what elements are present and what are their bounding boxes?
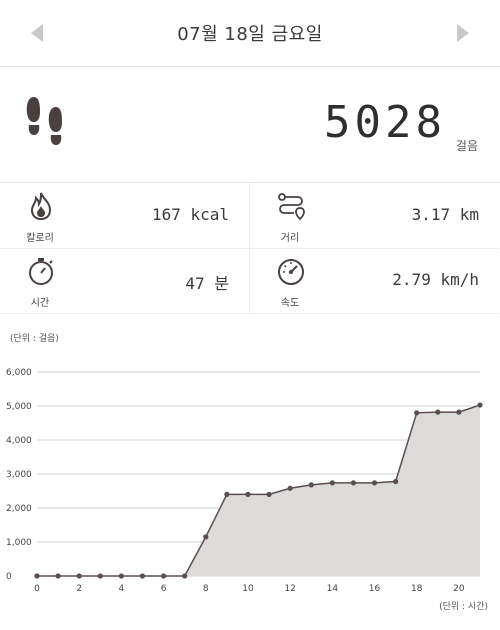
y-tick-label: 2,000: [6, 504, 32, 514]
stat-value: 47 분: [185, 274, 229, 293]
data-point: [329, 480, 335, 486]
y-tick-label: 3,000: [6, 470, 32, 480]
x-tick-label: 10: [242, 584, 254, 594]
x-tick-label: 4: [119, 584, 125, 594]
y-tick-label: 4,000: [6, 436, 32, 446]
stat-calories: 칼로리 167 kcal: [0, 183, 249, 249]
x-tick-label: 12: [284, 584, 295, 594]
stat-label: 시간: [30, 298, 50, 309]
data-point: [287, 485, 293, 491]
stat-label: 속도: [280, 298, 300, 309]
data-point: [97, 573, 103, 579]
x-tick-label: 18: [411, 584, 423, 594]
route-icon: [278, 193, 305, 221]
steps-chart: (단위 : 걸음) 0 1,000 2,000 3,000 4,000 5,000 6,00…: [0, 315, 500, 630]
x-tick-label: 20: [453, 584, 465, 594]
x-tick-label: 6: [161, 584, 167, 594]
y-tick-label: 5,000: [6, 402, 32, 412]
data-point: [245, 491, 251, 497]
x-tick-label: 16: [369, 584, 381, 594]
data-point: [182, 573, 188, 579]
data-point: [160, 573, 167, 579]
y-tick-label: 0: [6, 572, 12, 582]
data-point: [477, 402, 483, 408]
data-point: [203, 534, 209, 540]
speedometer-icon: [278, 259, 304, 285]
data-point: [308, 482, 314, 488]
chart-x-unit: (단위 : 시간): [439, 602, 488, 612]
stats-grid: 칼로리 167 kcal 거리 3.17 km 시간 47 분 속도 2.79 …: [0, 183, 500, 314]
stat-speed: 속도 2.79 km/h: [249, 248, 499, 314]
stat-distance: 거리 3.17 km: [249, 183, 499, 249]
x-tick-label: 14: [327, 584, 339, 594]
stat-value: 2.79 km/h: [392, 270, 479, 289]
date-title: 07월 18일 금요일: [177, 24, 323, 45]
stat-value: 3.17 km: [411, 205, 479, 224]
footprints-icon: [26, 97, 62, 145]
area-fill: [37, 405, 480, 576]
chart-svg: 0 1,000 2,000 3,000 4,000 5,000 6,000 0 2 4 6 8 10 12…: [6, 368, 483, 594]
x-tick-label: 8: [203, 584, 209, 594]
data-point: [350, 480, 357, 486]
data-point: [266, 491, 272, 497]
data-point: [435, 409, 441, 415]
data-point: [118, 573, 124, 579]
stat-label: 거리: [280, 233, 300, 244]
chevron-right-icon[interactable]: [457, 24, 469, 42]
step-unit: 걸음: [455, 139, 478, 153]
y-tick-label: 1,000: [6, 538, 32, 548]
header-bar: 07월 18일 금요일: [0, 0, 500, 67]
stat-value: 167 kcal: [151, 205, 229, 224]
data-point: [456, 409, 462, 415]
steps-summary: 5028 걸음: [0, 67, 500, 183]
data-point: [34, 573, 40, 579]
data-point: [414, 410, 420, 416]
data-point: [139, 573, 146, 579]
data-point: [224, 491, 230, 497]
stat-time: 시간 47 분: [0, 248, 249, 314]
flame-icon: [30, 192, 52, 221]
stat-label: 칼로리: [26, 233, 54, 244]
step-count: 5028: [324, 97, 446, 148]
data-point: [55, 573, 61, 579]
y-tick-label: 6,000: [6, 368, 32, 378]
stopwatch-icon: [29, 258, 53, 285]
x-tick-label: 0: [34, 584, 40, 594]
x-tick-label: 2: [76, 584, 82, 594]
data-point: [76, 573, 82, 579]
data-point: [371, 480, 378, 486]
data-point: [393, 478, 399, 485]
